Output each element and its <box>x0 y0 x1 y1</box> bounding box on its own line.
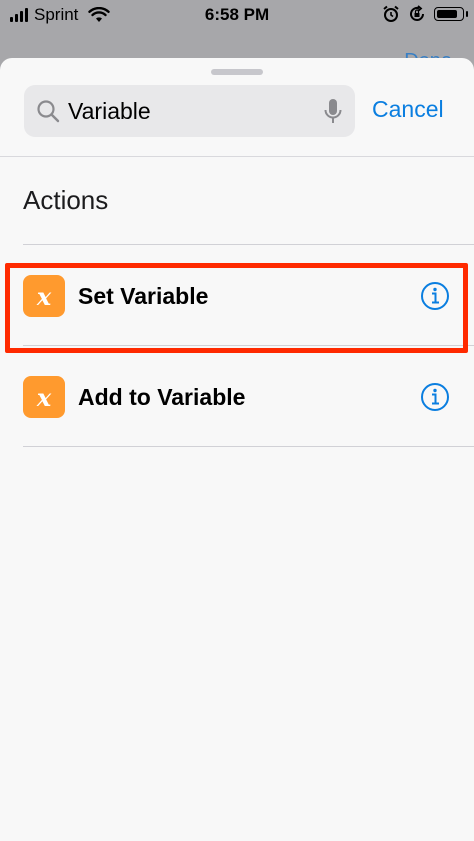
section-title: Actions <box>23 185 109 215</box>
status-right <box>382 5 468 23</box>
alarm-icon <box>383 5 399 22</box>
sheet-grabber[interactable] <box>211 69 263 75</box>
variable-icon: x <box>23 376 65 418</box>
search-input[interactable] <box>68 85 318 137</box>
search-icon <box>37 100 60 123</box>
info-icon[interactable] <box>420 382 450 412</box>
battery-icon <box>434 7 468 21</box>
info-icon[interactable] <box>420 281 450 311</box>
variable-icon: x <box>23 275 65 317</box>
cancel-button[interactable]: Cancel <box>372 96 444 123</box>
microphone-icon[interactable] <box>323 98 343 126</box>
action-row-set-variable[interactable]: x Set Variable <box>0 245 474 345</box>
status-bar: Sprint 6:58 PM <box>0 0 474 32</box>
action-label: Add to Variable <box>78 384 246 410</box>
action-label: Set Variable <box>78 283 209 309</box>
search-sheet: Cancel Actions x Set Variable x Add to V… <box>0 58 474 841</box>
action-row-add-to-variable[interactable]: x Add to Variable <box>0 346 474 446</box>
row-divider <box>23 446 474 447</box>
orientation-lock-icon <box>410 5 424 21</box>
header-divider <box>0 156 474 157</box>
search-bar[interactable] <box>24 85 355 137</box>
